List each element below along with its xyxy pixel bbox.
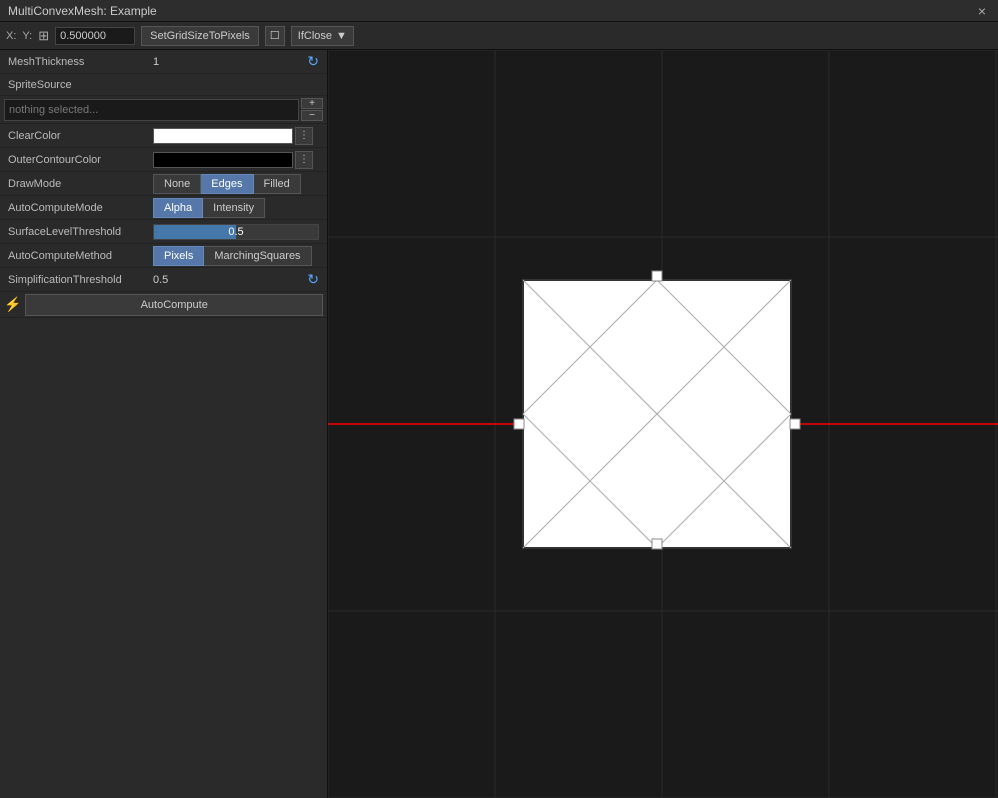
left-panel: MeshThickness 1 ↻ SpriteSource nothing s… [0,50,328,798]
checkbox-icon: ☐ [265,26,285,46]
top-toolbar: X: Y: ⊞ SetGridSizeToPixels ☐ IfClose ▼ [0,22,998,50]
auto-compute-method-label: AutoComputeMethod [8,250,153,262]
draw-mode-label: DrawMode [8,178,153,190]
simplification-row: SimplificationThreshold 0.5 ↻ [0,268,327,292]
close-button[interactable]: × [974,3,990,19]
sprite-source-buttons: + − [301,98,323,121]
sprite-source-remove-btn[interactable]: − [301,110,323,121]
outer-contour-swatch[interactable] [153,152,293,168]
auto-compute-mode-row: AutoComputeMode Alpha Intensity [0,196,327,220]
pixels-btn[interactable]: Pixels [153,246,204,266]
if-close-btn[interactable]: IfClose ▼ [291,26,354,46]
surface-level-row: SurfaceLevelThreshold 0.5 [0,220,327,244]
auto-compute-method-group: Pixels MarchingSquares [153,246,312,266]
draw-mode-filled-btn[interactable]: Filled [254,174,301,194]
sprite-source-select[interactable]: nothing selected... [4,99,299,121]
clear-color-row: ClearColor ⋮ [0,124,327,148]
auto-compute-intensity-btn[interactable]: Intensity [203,198,265,218]
viewport-svg [328,50,998,798]
draw-mode-edges-btn[interactable]: Edges [201,174,253,194]
auto-compute-mode-label: AutoComputeMode [8,202,153,214]
sprite-source-label: SpriteSource [8,79,153,91]
outer-contour-row: OuterContourColor ⋮ [0,148,327,172]
mesh-thickness-label: MeshThickness [8,56,153,68]
surface-level-slider[interactable]: 0.5 [153,224,319,240]
set-grid-btn[interactable]: SetGridSizeToPixels [141,26,259,46]
sprite-source-label-row: SpriteSource [0,74,327,96]
marching-squares-btn[interactable]: MarchingSquares [204,246,311,266]
outer-contour-label: OuterContourColor [8,154,153,166]
auto-compute-method-row: AutoComputeMethod Pixels MarchingSquares [0,244,327,268]
clear-color-label: ClearColor [8,130,153,142]
draw-mode-group: None Edges Filled [153,174,301,194]
simplification-refresh-icon[interactable]: ↻ [307,271,319,288]
lightning-icon: ⚡ [4,296,21,313]
simplification-value: 0.5 [153,274,307,286]
x-label: X: [6,30,16,42]
surface-level-value: 0.5 [154,226,318,238]
surface-level-label: SurfaceLevelThreshold [8,226,153,238]
auto-compute-alpha-btn[interactable]: Alpha [153,198,203,218]
mesh-thickness-value: 1 [153,56,307,68]
autocompute-btn[interactable]: AutoCompute [25,294,323,316]
dropdown-arrow-icon: ▼ [336,30,347,42]
window-title: MultiConvexMesh: Example [8,4,157,18]
simplification-label: SimplificationThreshold [8,274,153,286]
title-bar: MultiConvexMesh: Example × [0,0,998,22]
canvas-area[interactable] [328,50,998,798]
y-label: Y: [22,30,32,42]
grid-icon: ⊞ [38,28,49,44]
if-close-label: IfClose [298,30,332,42]
clear-color-pick-btn[interactable]: ⋮ [295,127,313,145]
mesh-thickness-refresh-icon[interactable]: ↻ [307,53,319,70]
auto-compute-mode-group: Alpha Intensity [153,198,265,218]
sprite-source-select-row: nothing selected... + − [0,96,327,124]
main-layout: MeshThickness 1 ↻ SpriteSource nothing s… [0,50,998,798]
grid-value-input[interactable] [55,27,135,45]
sprite-source-add-btn[interactable]: + [301,98,323,109]
autocompute-row: ⚡ AutoCompute [0,292,327,318]
draw-mode-none-btn[interactable]: None [153,174,201,194]
outer-contour-pick-btn[interactable]: ⋮ [295,151,313,169]
clear-color-swatch[interactable] [153,128,293,144]
mesh-thickness-row: MeshThickness 1 ↻ [0,50,327,74]
draw-mode-row: DrawMode None Edges Filled [0,172,327,196]
